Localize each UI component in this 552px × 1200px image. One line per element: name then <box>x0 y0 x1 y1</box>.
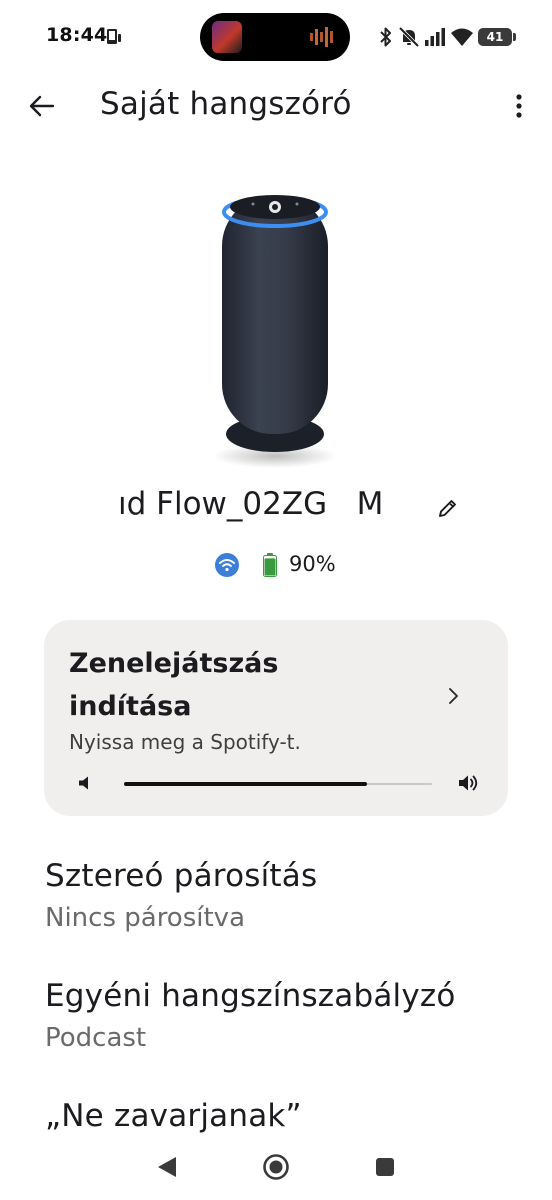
setting-value: Podcast <box>45 1023 147 1053</box>
device-status: 90% <box>0 550 552 582</box>
battery-percent: 90% <box>289 552 336 576</box>
audio-wave-icon <box>310 27 333 47</box>
status-bar: 18:44 41 <box>0 0 552 74</box>
device-name-row: ıd Flow_02ZG M <box>0 486 552 530</box>
stereo-pairing-setting[interactable]: Sztereó párosítás Nincs párosítva <box>45 858 515 933</box>
page-title: Saját hangszóró <box>100 86 352 122</box>
card-title: Zenelejátszás indítása <box>69 648 279 722</box>
wifi-icon <box>451 28 473 46</box>
album-art-thumbnail <box>212 21 242 53</box>
signal-icon <box>425 28 445 46</box>
bluetooth-icon <box>380 27 391 47</box>
do-not-disturb-setting[interactable]: „Ne zavarjanak” <box>45 1098 515 1134</box>
volume-up-icon[interactable] <box>458 773 480 793</box>
mute-icon <box>398 26 420 48</box>
arrow-left-icon <box>29 95 55 117</box>
dynamic-island[interactable] <box>200 13 350 61</box>
chevron-right-icon <box>449 688 458 704</box>
more-options-button[interactable] <box>502 84 536 128</box>
setting-title: Egyéni hangszínszabályzó <box>45 978 456 1014</box>
volume-down-icon[interactable] <box>78 775 94 791</box>
status-time: 18:44 <box>46 24 108 46</box>
phone-icon <box>107 29 121 44</box>
status-icons: 41 <box>378 24 516 50</box>
nav-recents-icon[interactable] <box>375 1157 395 1177</box>
setting-value: Nincs párosítva <box>45 903 246 933</box>
device-name: ıd Flow_02ZG M <box>118 486 384 522</box>
setting-title: „Ne zavarjanak” <box>45 1098 302 1134</box>
speaker-image <box>213 195 337 468</box>
more-vert-icon <box>516 94 522 118</box>
custom-equalizer-setting[interactable]: Egyéni hangszínszabályzó Podcast <box>45 978 515 1053</box>
nav-home-icon[interactable] <box>262 1153 290 1181</box>
battery-level-icon <box>263 553 277 577</box>
volume-slider[interactable] <box>124 780 432 788</box>
card-subtitle: Nyissa meg a Spotify-t. <box>69 730 301 754</box>
battery-icon: 41 <box>478 28 516 46</box>
wifi-connected-icon <box>215 553 239 577</box>
nav-back-icon[interactable] <box>156 1155 178 1179</box>
system-nav-bar <box>0 1138 552 1200</box>
start-music-card[interactable]: Zenelejátszás indítása Nyissa meg a Spot… <box>44 620 508 816</box>
slider-fill <box>124 782 368 786</box>
setting-title: Sztereó párosítás <box>45 858 318 894</box>
back-button[interactable] <box>20 84 64 128</box>
edit-name-button[interactable] <box>436 496 460 520</box>
